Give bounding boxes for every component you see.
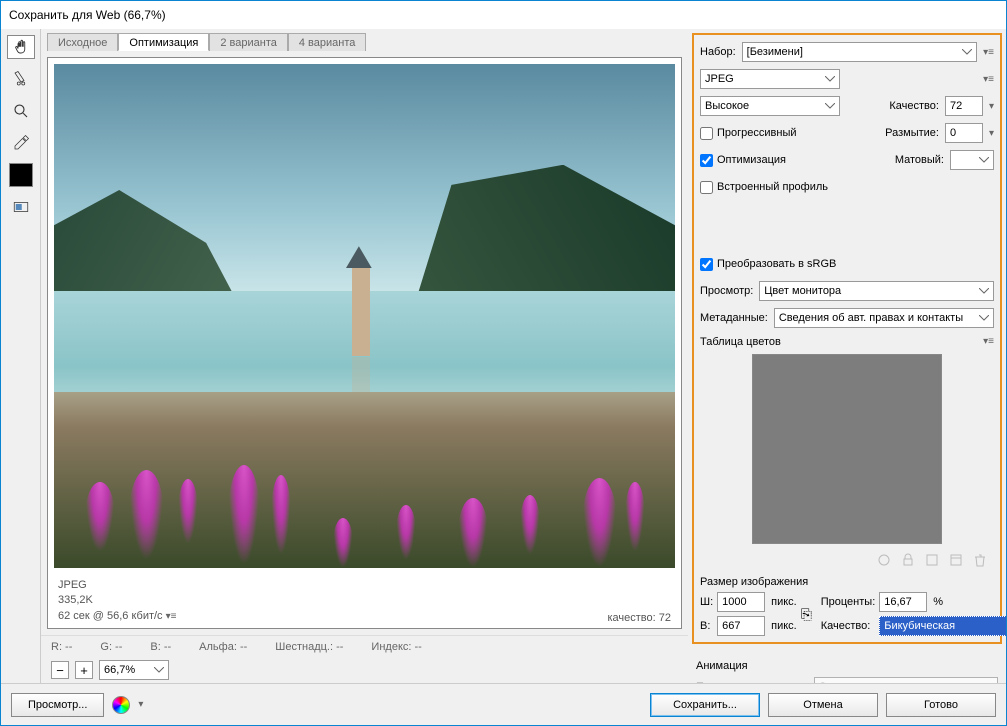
save-button[interactable]: Сохранить... — [650, 693, 760, 717]
matte-select[interactable] — [950, 150, 994, 170]
preset-menu-icon[interactable]: ▾≡ — [983, 47, 994, 58]
done-button[interactable]: Готово — [886, 693, 996, 717]
height-label: В: — [700, 620, 713, 632]
status-quality: качество: 72 — [607, 612, 671, 624]
resample-label: Качество: — [821, 620, 876, 632]
status-format: JPEG — [58, 578, 176, 593]
zoom-in-button[interactable]: + — [75, 661, 93, 679]
foreground-color-swatch[interactable] — [9, 163, 33, 187]
format-select[interactable]: JPEG — [700, 69, 840, 89]
preset-label: Набор: — [700, 46, 736, 58]
tab-original[interactable]: Исходное — [47, 33, 118, 51]
view-tabs: Исходное Оптимизация 2 варианта 4 вариан… — [41, 29, 688, 51]
color-info-bar: R: -- G: -- B: -- Альфа: -- Шестнадц.: -… — [41, 635, 688, 657]
eyedropper-tool-icon[interactable] — [7, 131, 35, 155]
progressive-checkbox[interactable]: Прогрессивный — [700, 127, 797, 140]
image-size-title: Размер изображения — [700, 574, 994, 590]
zoom-row: − + 66,7% — [41, 657, 688, 683]
color-table-tools — [700, 550, 994, 570]
blur-label: Размытие: — [885, 127, 939, 139]
browser-preview-icon[interactable] — [112, 696, 130, 714]
info-alpha: Альфа: -- — [199, 641, 247, 653]
status-size: 335,2K — [58, 593, 176, 608]
zoom-select[interactable]: 66,7% — [99, 660, 169, 680]
ct-eyedropper-icon[interactable] — [876, 552, 892, 568]
info-g: G: -- — [100, 641, 122, 653]
width-input[interactable] — [717, 592, 765, 612]
cancel-button[interactable]: Отмена — [768, 693, 878, 717]
matte-label: Матовый: — [895, 154, 944, 166]
blur-dropdown-icon[interactable]: ▾ — [989, 128, 994, 139]
animation-title: Анимация — [696, 658, 998, 674]
left-toolbar — [1, 29, 41, 683]
quality-input[interactable] — [945, 96, 983, 116]
height-unit: пикс. — [771, 620, 797, 632]
tab-4up[interactable]: 4 варианта — [288, 33, 367, 51]
tab-optimized[interactable]: Оптимизация — [118, 33, 209, 51]
bottom-bar: Просмотр... ▾ Сохранить... Отмена Готово — [1, 683, 1006, 725]
width-label: Ш: — [700, 596, 713, 608]
zoom-out-button[interactable]: − — [51, 661, 69, 679]
tab-2up[interactable]: 2 варианта — [209, 33, 288, 51]
image-preview[interactable] — [54, 64, 675, 568]
preview-mode-select[interactable]: Цвет монитора — [759, 281, 994, 301]
info-index: Индекс: -- — [371, 641, 421, 653]
preview-status: JPEG 335,2K 62 сек @ 56,6 кбит/с ▾≡ каче… — [48, 574, 681, 628]
info-hex: Шестнадц.: -- — [275, 641, 343, 653]
ct-lock-icon[interactable] — [900, 552, 916, 568]
status-menu-icon[interactable]: ▾≡ — [166, 611, 177, 622]
color-table — [752, 354, 942, 544]
quality-label: Качество: — [889, 100, 939, 112]
metadata-select[interactable]: Сведения об авт. правах и контакты — [774, 308, 994, 328]
browser-menu-icon[interactable]: ▾ — [138, 699, 143, 710]
embed-profile-checkbox[interactable]: Встроенный профиль — [700, 181, 828, 194]
window-title: Сохранить для Web (66,7%) — [9, 8, 166, 22]
info-b: B: -- — [150, 641, 171, 653]
titlebar: Сохранить для Web (66,7%) — [1, 1, 1006, 29]
percent-label: Проценты: — [821, 596, 876, 608]
toggle-slices-icon[interactable] — [7, 195, 35, 219]
zoom-tool-icon[interactable] — [7, 99, 35, 123]
metadata-label: Метаданные: — [700, 312, 768, 324]
srgb-checkbox[interactable]: Преобразовать в sRGB — [700, 258, 836, 271]
quality-dropdown-icon[interactable]: ▾ — [989, 101, 994, 112]
quality-preset-select[interactable]: Высокое — [700, 96, 840, 116]
loop-select: Однократно — [814, 677, 998, 683]
width-unit: пикс. — [771, 596, 797, 608]
optimized-checkbox[interactable]: Оптимизация — [700, 154, 786, 167]
format-menu-icon[interactable]: ▾≡ — [983, 74, 994, 85]
ct-new-icon[interactable] — [948, 552, 964, 568]
preview-box: JPEG 335,2K 62 сек @ 56,6 кбит/с ▾≡ каче… — [47, 57, 682, 629]
info-r: R: -- — [51, 641, 72, 653]
blur-input[interactable] — [945, 123, 983, 143]
status-time: 62 сек @ 56,6 кбит/с — [58, 610, 163, 622]
percent-input[interactable] — [879, 592, 927, 612]
loop-label: Параметры повторов: — [696, 681, 808, 683]
ct-shift-icon[interactable] — [924, 552, 940, 568]
preset-select[interactable]: [Безимени] — [742, 42, 977, 62]
slice-tool-icon[interactable] — [7, 67, 35, 91]
preview-mode-label: Просмотр: — [700, 285, 753, 297]
hand-tool-icon[interactable] — [7, 35, 35, 59]
preview-button[interactable]: Просмотр... — [11, 693, 104, 717]
link-dimensions-icon[interactable]: ⎘ — [801, 606, 817, 623]
color-table-label: Таблица цветов — [700, 336, 781, 348]
settings-panel: Набор: [Безимени] ▾≡ JPEG ▾≡ Высокое Кач… — [688, 29, 1006, 683]
ct-trash-icon[interactable] — [972, 552, 988, 568]
percent-unit: % — [933, 596, 1006, 608]
color-table-menu-icon[interactable]: ▾≡ — [983, 336, 994, 348]
resample-select[interactable]: Бикубическая — [879, 616, 1006, 636]
height-input[interactable] — [717, 616, 765, 636]
